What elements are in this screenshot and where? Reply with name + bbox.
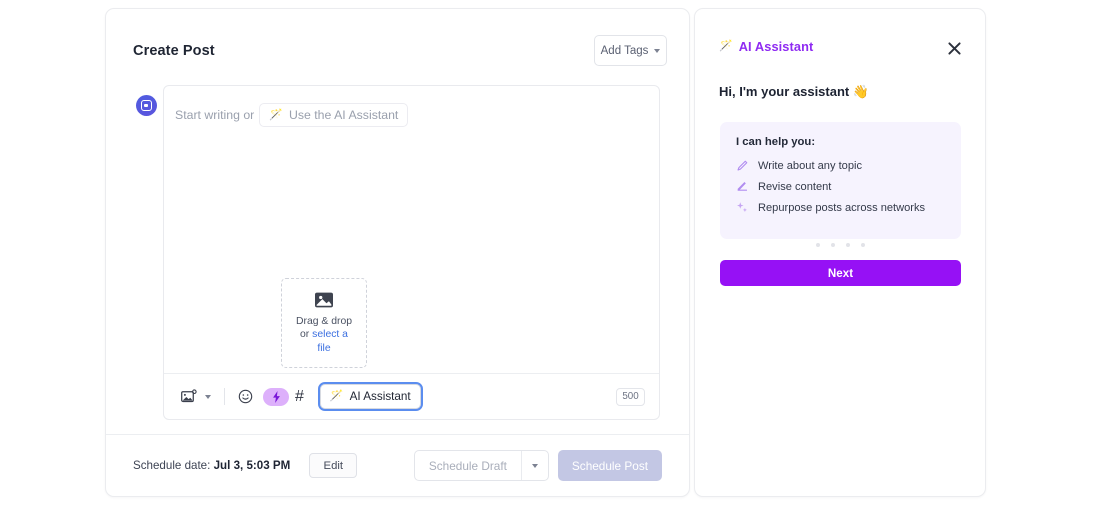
revise-edit-icon xyxy=(737,181,747,191)
create-post-footer: Schedule date: Jul 3, 5:03 PM Edit Sched… xyxy=(106,434,689,496)
use-ai-assistant-label: Use the AI Assistant xyxy=(288,108,399,122)
magic-wand-icon: 🪄 xyxy=(329,390,344,402)
add-tags-label: Add Tags xyxy=(600,44,649,57)
editor-placeholder-text: Start writing or xyxy=(175,108,255,122)
pagination-dot[interactable] xyxy=(845,243,850,247)
next-button[interactable]: Next xyxy=(720,260,961,286)
dropzone-text: Drag & drop or select a file xyxy=(292,315,356,355)
chevron-down-icon xyxy=(654,48,661,53)
help-card-heading: I can help you: xyxy=(736,136,816,148)
schedule-date-label: Schedule date: Jul 3, 5:03 PM xyxy=(133,459,290,472)
help-card-list: Write about any topic Revise content Rep… xyxy=(736,159,945,214)
pagination-dot[interactable] xyxy=(830,243,835,247)
image-upload-icon[interactable] xyxy=(178,385,200,409)
image-placeholder-icon xyxy=(315,292,333,308)
select-a-file-link[interactable]: select a file xyxy=(312,329,348,353)
toolbar-divider xyxy=(224,388,225,405)
list-item: Revise content xyxy=(736,180,945,193)
list-item: Write about any topic xyxy=(736,159,945,172)
sparkles-icon xyxy=(737,202,747,212)
lightning-bolt-icon[interactable] xyxy=(263,387,289,406)
schedule-date-value: Jul 3, 5:03 PM xyxy=(213,459,291,472)
edit-schedule-button[interactable]: Edit xyxy=(309,453,358,478)
schedule-post-button[interactable]: Schedule Post xyxy=(557,450,662,481)
editor-placeholder-row: Start writing or 🪄 Use the AI Assistant xyxy=(175,103,409,127)
assistant-help-card: I can help you: Write about any topic Re… xyxy=(720,122,961,239)
schedule-date-prefix: Schedule date: xyxy=(133,459,211,472)
ai-assistant-button[interactable]: 🪄 AI Assistant xyxy=(317,382,423,411)
footer-actions: Schedule Draft Schedule Post xyxy=(413,450,662,481)
schedule-draft-group[interactable]: Schedule Draft xyxy=(413,450,549,481)
dropzone-line1: Drag & drop xyxy=(295,316,353,328)
ai-assistant-header: 🪄 AI Assistant xyxy=(719,39,813,54)
image-options-chevron-down-icon[interactable] xyxy=(200,385,216,409)
editor-toolbar: # 🪄 AI Assistant 500 xyxy=(164,373,659,419)
emoji-smiley-icon[interactable] xyxy=(233,385,257,409)
list-item-label: Repurpose posts across networks xyxy=(758,201,926,214)
toolbar-left-group: # 🪄 AI Assistant xyxy=(178,382,423,411)
schedule-draft-button[interactable]: Schedule Draft xyxy=(415,451,521,480)
profile-avatar-icon xyxy=(141,100,152,111)
pencil-icon xyxy=(737,160,748,171)
magic-wand-icon: 🪄 xyxy=(719,40,733,52)
character-counter: 500 xyxy=(616,387,645,406)
list-item: Repurpose posts across networks xyxy=(736,201,945,214)
pagination-dots[interactable] xyxy=(695,243,985,247)
use-ai-assistant-pill[interactable]: 🪄 Use the AI Assistant xyxy=(259,103,409,127)
list-item-label: Write about any topic xyxy=(758,159,863,172)
dropzone-line2-prefix: or xyxy=(300,329,313,341)
ai-assistant-button-label: AI Assistant xyxy=(349,390,411,403)
assistant-greeting: Hi, I'm your assistant 👋 xyxy=(719,84,870,99)
schedule-draft-chevron-down-icon[interactable] xyxy=(522,451,548,480)
screen-root: Create Post Add Tags Start writing or 🪄 … xyxy=(0,0,1099,510)
pagination-dot[interactable] xyxy=(815,243,820,247)
post-editor[interactable]: Start writing or 🪄 Use the AI Assistant … xyxy=(163,85,660,420)
page-title: Create Post xyxy=(133,43,215,59)
media-dropzone[interactable]: Drag & drop or select a file xyxy=(281,278,367,368)
hashtag-icon[interactable]: # xyxy=(295,388,304,405)
pagination-dot[interactable] xyxy=(860,243,865,247)
create-post-card: Create Post Add Tags Start writing or 🪄 … xyxy=(105,8,690,497)
add-tags-button[interactable]: Add Tags xyxy=(594,35,667,66)
close-icon[interactable] xyxy=(945,39,963,57)
avatar xyxy=(136,95,157,116)
magic-wand-icon: 🪄 xyxy=(269,108,283,121)
ai-assistant-title: AI Assistant xyxy=(738,39,814,54)
create-post-header: Create Post Add Tags xyxy=(106,9,689,81)
list-item-label: Revise content xyxy=(758,180,832,193)
ai-assistant-panel: 🪄 AI Assistant Hi, I'm your assistant 👋 … xyxy=(694,8,986,497)
